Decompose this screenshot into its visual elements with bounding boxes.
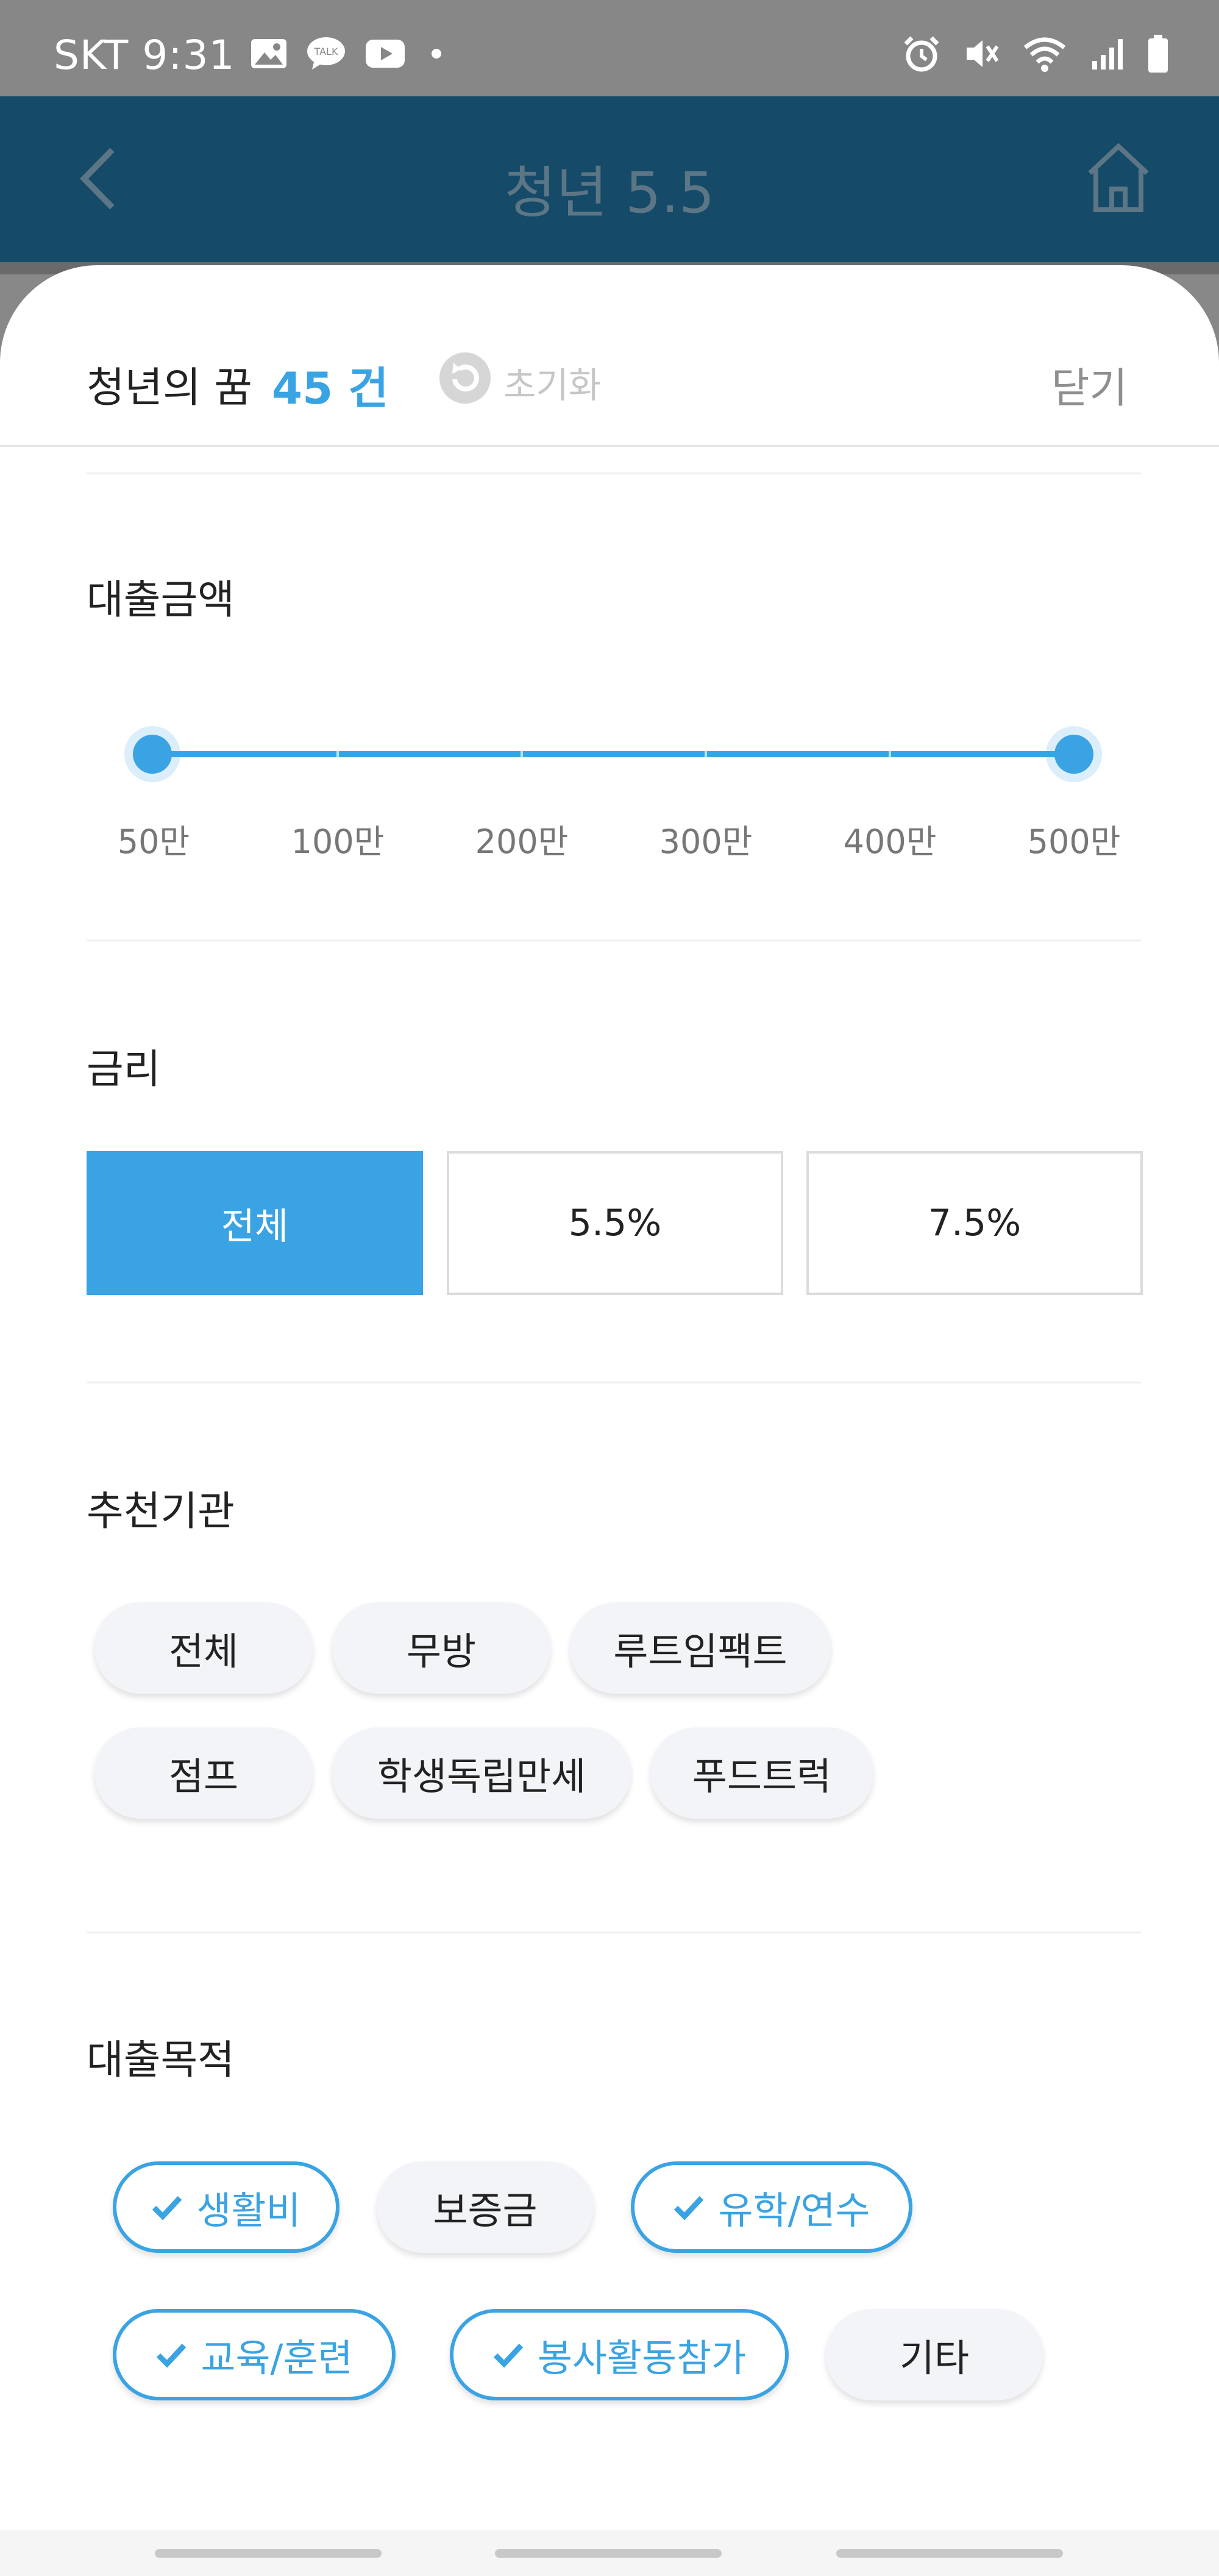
purpose-chip-living-expenses[interactable]: 생활비	[113, 2161, 339, 2253]
divider	[87, 473, 1141, 474]
agency-chip-all[interactable]: 전체	[94, 1602, 313, 1694]
home-icon	[1088, 143, 1149, 212]
status-carrier-time: SKT 9:31	[54, 32, 235, 79]
notification-icons: TALK	[250, 35, 449, 72]
purpose-label: 대출목적	[87, 2036, 235, 2083]
divider	[87, 1932, 1141, 1933]
home-nav-button[interactable]	[495, 2549, 722, 2558]
rate-option-5-5[interactable]: 5.5%	[447, 1151, 783, 1295]
slider-tick-label: 100만	[291, 822, 385, 861]
recent-apps-button[interactable]	[155, 2549, 382, 2558]
slider-tick-label: 400만	[843, 822, 937, 861]
vibrate-mute-icon	[967, 40, 999, 67]
app-bar: 청년 5.5	[0, 96, 1219, 262]
divider	[87, 1382, 1141, 1383]
sheet-title: 청년의 꿈	[87, 364, 252, 412]
kakaotalk-icon: TALK	[307, 37, 345, 70]
slider-tick-label: 50만	[117, 822, 190, 861]
reset-icon	[439, 352, 491, 404]
check-icon	[157, 2343, 187, 2368]
slider-tick	[889, 751, 891, 757]
battery-icon	[1148, 35, 1168, 73]
agency-chip-food-truck[interactable]: 푸드트럭	[650, 1727, 873, 1819]
agency-label: 추천기관	[87, 1488, 235, 1535]
system-nav-bar	[0, 2530, 1219, 2576]
check-icon	[493, 2343, 524, 2368]
loan-amount-slider-track[interactable]	[152, 751, 1074, 757]
slider-min-handle[interactable]	[133, 735, 172, 774]
agency-chip-root-impact[interactable]: 루트임팩트	[570, 1602, 831, 1694]
agency-chip-student-independence[interactable]: 학생독립만세	[332, 1727, 631, 1819]
youtube-icon	[366, 40, 405, 68]
slider-tick-label: 200만	[475, 822, 569, 861]
slider-tick-label: 300만	[659, 822, 753, 861]
slider-tick	[336, 751, 339, 757]
sheet-header: 청년의 꿈 45 건 초기화 닫기	[0, 265, 1219, 447]
status-bar: SKT 9:31 TALK	[0, 0, 1219, 96]
back-nav-button[interactable]	[836, 2549, 1063, 2558]
chip-label: 생활비	[196, 2188, 301, 2233]
purpose-chip-other[interactable]: 기타	[826, 2309, 1043, 2400]
signal-icon	[1092, 39, 1123, 70]
reset-button[interactable]	[438, 351, 492, 408]
slider-tick	[521, 751, 523, 757]
divider	[87, 940, 1141, 941]
purpose-chip-deposit[interactable]: 보증금	[377, 2161, 594, 2253]
agency-chip-jump[interactable]: 점프	[94, 1727, 313, 1819]
slider-max-handle[interactable]	[1054, 735, 1093, 774]
rate-option-all[interactable]: 전체	[87, 1151, 423, 1295]
image-icon	[251, 39, 286, 68]
close-button[interactable]: 닫기	[1051, 354, 1128, 415]
chip-label: 봉사활동참가	[537, 2336, 747, 2380]
kakaotalk-label: TALK	[314, 46, 338, 57]
interest-label: 금리	[87, 1046, 161, 1093]
chip-label: 유학/연수	[718, 2188, 870, 2233]
alarm-icon	[904, 36, 939, 72]
wifi-icon	[1023, 37, 1066, 72]
reset-label[interactable]: 초기화	[503, 357, 601, 408]
check-icon	[674, 2196, 704, 2221]
purpose-chip-study-abroad[interactable]: 유학/연수	[631, 2161, 912, 2253]
agency-chip-mubang[interactable]: 무방	[332, 1602, 550, 1694]
slider-tick-label: 500만	[1027, 822, 1121, 861]
rate-option-7-5[interactable]: 7.5%	[806, 1151, 1143, 1295]
home-button[interactable]	[1085, 141, 1152, 217]
result-count: 45 건	[272, 363, 389, 414]
dot-icon	[432, 49, 441, 59]
purpose-chip-volunteer[interactable]: 봉사활동참가	[450, 2309, 789, 2400]
page-title: 청년 5.5	[504, 160, 715, 226]
loan-amount-label: 대출금액	[87, 576, 235, 623]
check-icon	[152, 2196, 182, 2221]
slider-tick	[705, 751, 707, 757]
system-icons	[902, 34, 1170, 74]
chip-label: 교육/훈련	[201, 2336, 353, 2380]
purpose-chip-education-training[interactable]: 교육/훈련	[113, 2309, 396, 2400]
